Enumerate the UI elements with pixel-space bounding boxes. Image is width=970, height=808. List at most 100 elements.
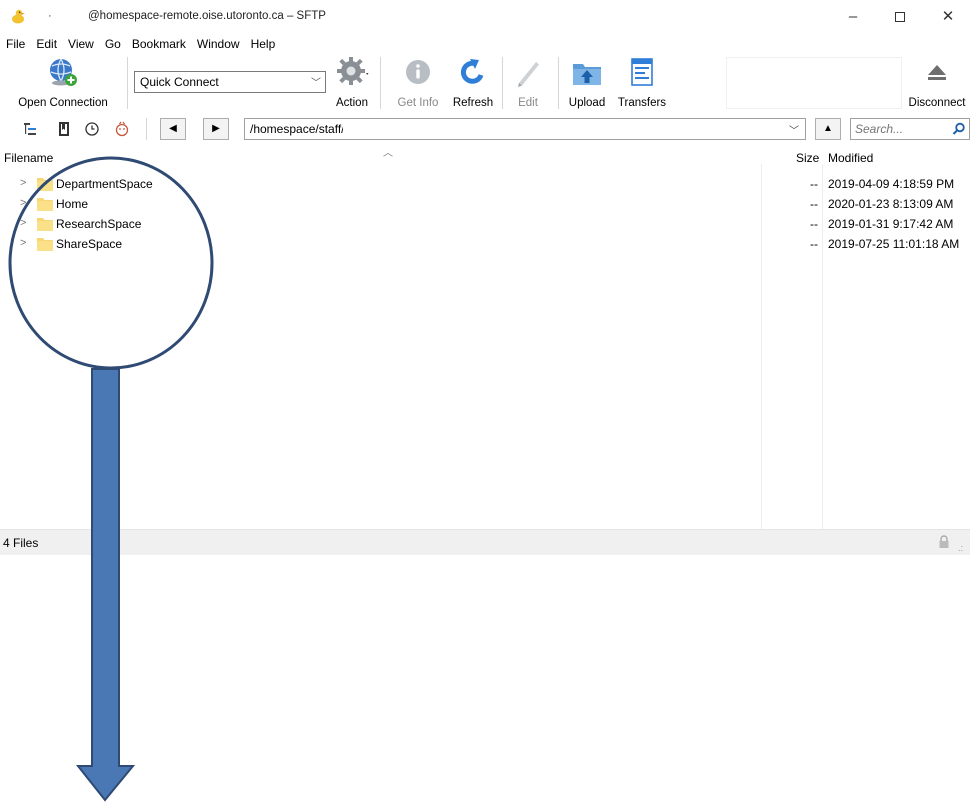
search-input[interactable] [855,122,947,136]
close-icon: ✕ [941,8,955,25]
maximize-icon [895,12,905,22]
column-header-modified[interactable]: Modified [828,151,873,165]
file-modified: 2019-01-31 9:17:42 AM [828,217,954,231]
path-dropdown[interactable]: /homespace/staff/c/c ﹀ [244,118,806,140]
folder-upload-icon [573,64,601,85]
refresh-label: Refresh [452,97,494,109]
transfers-list-icon [631,58,653,86]
expand-chevron-icon[interactable]: > [20,177,26,189]
expand-chevron-icon[interactable]: > [20,217,26,229]
menu-go[interactable]: Go [99,35,126,53]
quick-connect-dropdown[interactable]: Quick Connect ﹀ [134,71,326,93]
path-bar: ◀ ▶ /homespace/staff/c/c ﹀ ▲ [0,114,970,144]
toolbar-divider [502,57,503,109]
toolbar-divider [380,57,381,109]
transfers-label: Transfers [617,97,667,109]
chevron-down-icon: ﹀ [311,78,321,89]
file-browser: ︿ Filename Size Modified > DepartmentSpa… [0,144,970,529]
transfers-button[interactable]: Transfers [614,53,670,112]
minimize-icon: – [848,8,858,25]
toolbar: Open Connection Quick Connect ﹀ Action G… [0,53,970,112]
quick-connect-value: Quick Connect [140,75,219,89]
duck-icon [12,9,25,24]
expand-chevron-icon[interactable]: > [20,237,26,249]
forward-arrow-icon: ▶ [212,123,220,134]
get-info-button[interactable]: Get Info [392,53,444,112]
file-name: ResearchSpace [56,217,142,231]
title-prefix: · [48,10,52,22]
search-field[interactable] [850,118,970,140]
upload-label: Upload [568,97,606,109]
table-row[interactable]: > ResearchSpace -- 2019-01-31 9:17:42 AM [0,214,970,234]
file-name: Home [56,197,89,211]
action-label: Action [336,97,368,109]
open-connection-button[interactable]: Open Connection [0,53,126,112]
close-button[interactable]: ✕ [935,6,961,28]
table-row[interactable]: > Home -- 2020-01-23 8:13:09 AM [0,194,970,214]
menu-bar: File Edit View Go Bookmark Window Help [0,35,280,53]
folder-icon [37,218,53,231]
pathbar-divider [146,118,147,140]
column-header-filename[interactable]: Filename [4,151,53,165]
up-arrow-icon: ▲ [823,123,833,134]
bonjour-icon[interactable] [113,120,131,138]
table-row[interactable]: > DepartmentSpace -- 2019-04-09 4:18:59 … [0,174,970,194]
path-redaction [343,122,413,136]
file-modified: 2019-07-25 11:01:18 AM [828,237,960,251]
folder-icon [37,198,53,211]
forward-button[interactable]: ▶ [203,118,229,140]
status-bar: 4 Files .: [0,529,970,555]
maximize-button[interactable] [887,6,913,28]
file-modified: 2019-04-09 4:18:59 PM [828,177,955,191]
gear-icon [337,57,369,85]
parent-directory-button[interactable]: ▲ [815,118,841,140]
disconnect-label: Disconnect [908,97,966,109]
get-info-label: Get Info [397,97,439,109]
toolbar-divider [127,57,128,109]
menu-edit[interactable]: Edit [30,35,62,53]
file-size: -- [810,197,818,211]
bookmarks-icon[interactable] [55,120,73,138]
edit-label: Edit [518,97,538,109]
folder-icon [37,178,53,191]
file-size: -- [810,237,818,251]
search-icon [952,122,965,135]
menu-window[interactable]: Window [191,35,245,53]
back-arrow-icon: ◀ [169,123,177,134]
edit-button[interactable]: Edit [505,53,551,112]
resize-grip-icon[interactable]: .: [958,543,963,553]
back-button[interactable]: ◀ [160,118,186,140]
history-icon[interactable] [83,120,101,138]
browser-view-icon[interactable] [22,120,40,138]
sort-indicator-icon: ︿ [383,148,393,159]
file-name: ShareSpace [56,237,123,251]
folder-icon [37,238,53,251]
refresh-arrow-icon [460,59,484,84]
disconnect-button[interactable]: Disconnect [904,53,970,112]
lock-icon [939,535,949,548]
menu-view[interactable]: View [62,35,99,53]
file-count-status: 4 Files [3,536,39,550]
file-size: -- [810,217,818,231]
expand-chevron-icon[interactable]: > [20,197,26,209]
menu-bookmark[interactable]: Bookmark [126,35,191,53]
table-row[interactable]: > ShareSpace -- 2019-07-25 11:01:18 AM [0,234,970,254]
title-bar: · @homespace-remote.oise.utoronto.ca – S… [0,0,970,34]
sftp-window: · @homespace-remote.oise.utoronto.ca – S… [0,0,970,808]
file-modified: 2020-01-23 8:13:09 AM [828,197,954,211]
open-connection-label: Open Connection [18,97,108,109]
toolbar-divider [558,57,559,109]
eject-icon [928,65,946,80]
minimize-button[interactable]: – [840,6,866,28]
column-header-size[interactable]: Size [796,151,819,165]
menu-file[interactable]: File [0,35,30,53]
menu-help[interactable]: Help [245,35,281,53]
info-icon [406,60,430,84]
globe-plus-icon [50,58,77,86]
chevron-down-icon: ﹀ [789,126,799,137]
upload-button[interactable]: Upload [563,53,611,112]
file-size: -- [810,177,818,191]
pencil-icon [518,62,539,87]
refresh-button[interactable]: Refresh [448,53,498,112]
action-button[interactable]: Action [330,53,374,112]
